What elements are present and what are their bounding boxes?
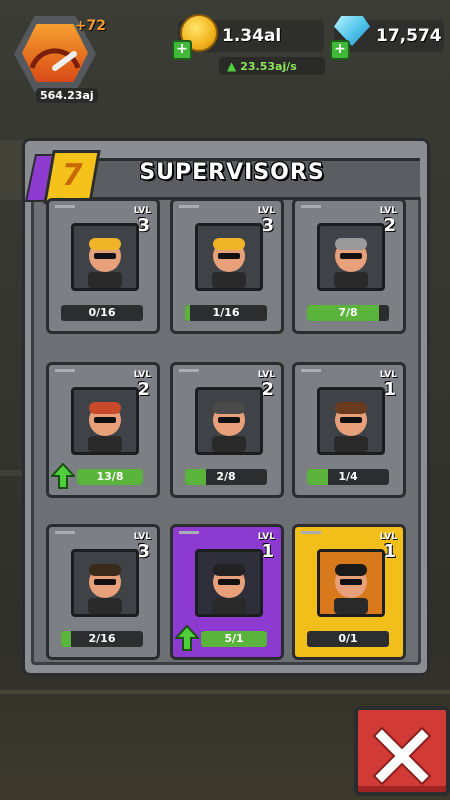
- coin-rate-value: 23.53aj/s: [240, 59, 297, 73]
- progress-text: 1/16: [212, 306, 240, 319]
- card-stripe: [301, 205, 321, 208]
- coin-amount: 1.34al: [222, 26, 282, 46]
- supervisor-portrait: [195, 549, 263, 617]
- progress-text: 0/1: [338, 632, 358, 645]
- add-gems-button[interactable]: +: [330, 40, 350, 60]
- supervisor-portrait: [195, 223, 263, 291]
- add-coins-button[interactable]: +: [172, 40, 192, 60]
- progress-text: 2/16: [88, 632, 116, 645]
- close-button[interactable]: [354, 706, 450, 796]
- panel-title: SUPERVISORS: [139, 160, 325, 185]
- progress-text: 1/4: [338, 470, 358, 483]
- supervisor-portrait: [317, 549, 385, 617]
- progress-text: 7/8: [338, 306, 358, 319]
- supervisor-card[interactable]: LVL 3 1/16: [170, 198, 284, 334]
- card-stripe: [301, 531, 321, 534]
- supervisor-card[interactable]: LVL 2 13/8: [46, 362, 160, 498]
- card-stripe: [301, 369, 321, 372]
- level-number: 3: [137, 215, 150, 236]
- progress-text: 2/8: [216, 470, 236, 483]
- supervisor-card[interactable]: LVL 3 0/16: [46, 198, 160, 334]
- supervisor-portrait: [195, 387, 263, 455]
- card-stripe: [179, 369, 199, 372]
- progress-bar: 7/8: [307, 305, 389, 321]
- card-stripe: [179, 531, 199, 534]
- level-number: 2: [137, 379, 150, 400]
- supervisor-portrait: [317, 223, 385, 291]
- upgrade-arrow-icon: [173, 624, 201, 651]
- tier-badge: 7: [24, 150, 101, 204]
- tier-number: 7: [43, 150, 101, 204]
- progress-bar: 5/1: [201, 631, 267, 647]
- card-stripe: [55, 369, 75, 372]
- progress-bar: 0/16: [61, 305, 143, 321]
- supervisor-portrait: [71, 223, 139, 291]
- level-number: 1: [383, 541, 396, 562]
- idle-cash-label: 564.23aj: [36, 88, 98, 103]
- level-number: 3: [137, 541, 150, 562]
- progress-bar: 2/8: [185, 469, 267, 485]
- level-number: 2: [261, 379, 274, 400]
- level-number: 2: [383, 215, 396, 236]
- level-number: 1: [383, 379, 396, 400]
- coin-rate: ▲ 23.53aj/s: [219, 57, 325, 75]
- progress-text: 13/8: [96, 470, 124, 483]
- level-bonus: +72: [74, 18, 106, 34]
- supervisor-portrait: [317, 387, 385, 455]
- mine-level-badge[interactable]: +72 564.23aj: [10, 10, 106, 103]
- progress-bar: 0/1: [307, 631, 389, 647]
- progress-bar: 1/4: [307, 469, 389, 485]
- supervisor-portrait: [71, 549, 139, 617]
- progress-bar: 1/16: [185, 305, 267, 321]
- coin-counter[interactable]: + 1.34al: [172, 14, 324, 60]
- card-stripe: [55, 205, 75, 208]
- gem-counter[interactable]: + 17,574: [330, 16, 444, 60]
- rate-up-icon: ▲: [227, 59, 237, 73]
- card-stripe: [55, 531, 75, 534]
- supervisor-card[interactable]: LVL 2 7/8: [292, 198, 406, 334]
- supervisor-card[interactable]: LVL 1 1/4: [292, 362, 406, 498]
- progress-bar: 2/16: [61, 631, 143, 647]
- progress-bar: 13/8: [77, 469, 143, 485]
- close-icon: [372, 726, 432, 786]
- background-track: [0, 470, 24, 476]
- supervisor-card[interactable]: LVL 2 2/8: [170, 362, 284, 498]
- gem-amount: 17,574: [376, 26, 442, 46]
- upgrade-arrow-icon: [49, 462, 77, 489]
- card-stripe: [179, 205, 199, 208]
- supervisor-portrait: [71, 387, 139, 455]
- progress-text: 0/16: [88, 306, 116, 319]
- progress-text: 5/1: [224, 632, 244, 645]
- background-floor: [0, 690, 450, 694]
- level-number: 3: [261, 215, 274, 236]
- supervisor-card[interactable]: LVL 1 0/1: [292, 524, 406, 660]
- supervisor-card[interactable]: LVL 3 2/16: [46, 524, 160, 660]
- level-number: 1: [261, 541, 274, 562]
- supervisor-card[interactable]: LVL 1 5/1: [170, 524, 284, 660]
